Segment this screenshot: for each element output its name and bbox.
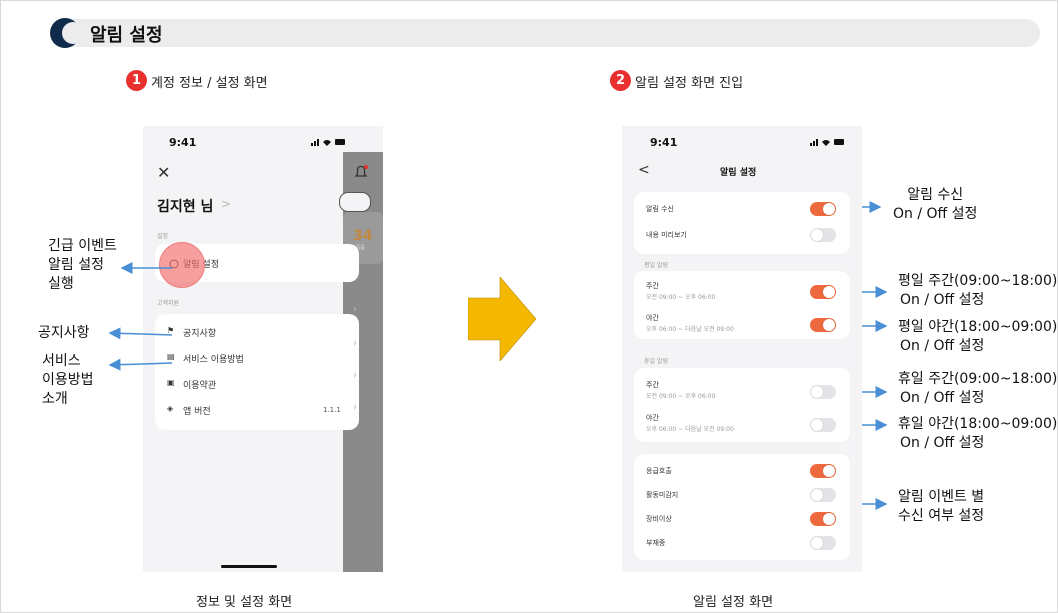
toggle-emergency-call[interactable] xyxy=(810,464,836,478)
toggle-knob xyxy=(823,319,835,331)
annotation-weekday-day: 평일 주간(09:00~18:00) On / Off 설정 xyxy=(898,272,1057,310)
annotation-line: 수신 여부 설정 xyxy=(898,508,985,524)
annotation-line: 평일 주간(09:00~18:00) xyxy=(898,273,1058,289)
setting-label: 내용 미리보기 xyxy=(646,231,687,239)
annotation-receive: 알림 수신 On / Off 설정 xyxy=(893,186,977,224)
toggle-knob xyxy=(823,513,835,525)
weekday-card: 주간 오전 09:00 ~ 오후 06:00 야간 오후 06:00 ~ 다음날… xyxy=(634,271,850,339)
toggle-holiday-night[interactable] xyxy=(810,418,836,432)
toggle-device-error[interactable] xyxy=(810,512,836,526)
toggle-weekday-day[interactable] xyxy=(810,285,836,299)
receive-card: 알림 수신 내용 미리보기 xyxy=(634,192,850,254)
toggle-no-activity[interactable] xyxy=(810,488,836,502)
setting-sublabel: 오후 06:00 ~ 다음날 오전 09:00 xyxy=(646,326,734,333)
status-icons xyxy=(810,139,844,146)
setting-label: 응급호출 xyxy=(646,467,672,475)
toggle-weekday-night[interactable] xyxy=(810,318,836,332)
toggle-knob xyxy=(823,286,835,298)
toggle-knob xyxy=(823,465,835,477)
toggle-absence[interactable] xyxy=(810,536,836,550)
setting-label: 야간 xyxy=(646,314,659,322)
annotation-weekday-night: 평일 야간(18:00~09:00) On / Off 설정 xyxy=(898,318,1057,356)
setting-label: 야간 xyxy=(646,414,659,422)
holiday-card: 주간 오전 09:00 ~ 오후 06:00 야간 오후 06:00 ~ 다음날… xyxy=(634,368,850,442)
toggle-receive[interactable] xyxy=(810,202,836,216)
setting-sublabel: 오후 06:00 ~ 다음날 오전 09:00 xyxy=(646,426,734,433)
event-card: 응급호출 활동미감지 장비이상 부재중 xyxy=(634,454,850,560)
section-weekday-label: 평일 알림 xyxy=(644,262,668,269)
toggle-knob xyxy=(811,386,823,398)
notification-settings-screen: 9:41 < 알림 설정 알림 수신 내용 미리보기 평일 알림 주간 오전 0… xyxy=(622,126,862,572)
annotation-line: 평일 야간(18:00~09:00) xyxy=(898,319,1058,335)
annotation-line: 휴일 주간(09:00~18:00) xyxy=(898,371,1058,387)
status-time: 9:41 xyxy=(650,136,678,149)
annotation-line: 휴일 야간(18:00~09:00) xyxy=(898,416,1058,432)
toggle-preview[interactable] xyxy=(810,228,836,242)
setting-label: 활동미감지 xyxy=(646,491,679,499)
annotation-events: 알림 이벤트 별 수신 여부 설정 xyxy=(898,488,984,526)
screen-title: 알림 설정 xyxy=(720,168,757,178)
annotation-line: On / Off 설정 xyxy=(900,338,985,354)
annotation-line: On / Off 설정 xyxy=(900,292,985,308)
toggle-knob xyxy=(811,537,823,549)
setting-label: 알림 수신 xyxy=(646,205,674,213)
toggle-knob xyxy=(811,229,823,241)
setting-label: 주간 xyxy=(646,381,659,389)
annotation-line: 알림 이벤트 별 xyxy=(898,489,985,505)
toggle-knob xyxy=(811,419,823,431)
setting-label: 장비이상 xyxy=(646,515,672,523)
right-caption: 알림 설정 화면 xyxy=(693,595,774,610)
setting-label: 부재중 xyxy=(646,539,666,547)
annotation-holiday-day: 휴일 주간(09:00~18:00) On / Off 설정 xyxy=(898,370,1057,408)
setting-sublabel: 오전 09:00 ~ 오후 06:00 xyxy=(646,393,716,400)
annotation-holiday-night: 휴일 야간(18:00~09:00) On / Off 설정 xyxy=(898,415,1057,453)
back-icon[interactable]: < xyxy=(638,162,650,178)
annotation-line: On / Off 설정 xyxy=(900,435,985,451)
setting-label: 주간 xyxy=(646,282,659,290)
toggle-holiday-day[interactable] xyxy=(810,385,836,399)
setting-sublabel: 오전 09:00 ~ 오후 06:00 xyxy=(646,294,716,301)
section-holiday-label: 휴일 알림 xyxy=(644,358,668,365)
toggle-knob xyxy=(811,489,823,501)
toggle-knob xyxy=(823,203,835,215)
annotation-line: On / Off 설정 xyxy=(900,390,985,406)
annotation-line: 알림 수신 xyxy=(907,187,964,203)
next-step-arrow-icon xyxy=(468,277,537,361)
annotation-line: On / Off 설정 xyxy=(893,206,978,222)
